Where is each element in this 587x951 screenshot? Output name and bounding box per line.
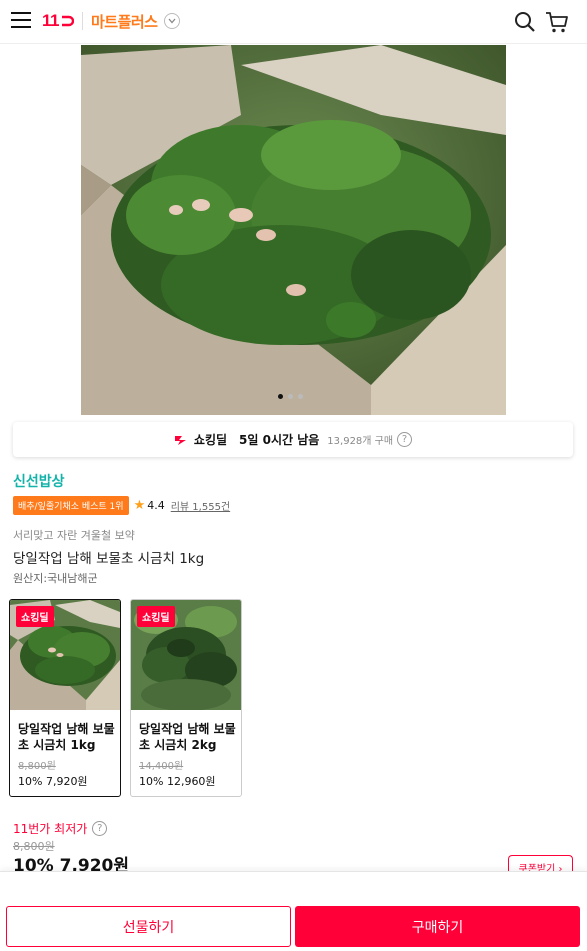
carousel-dots [278,394,303,399]
option-original-price: 14,400원 [139,761,184,772]
option-original-price: 8,800원 [18,761,56,772]
option-card-2kg[interactable]: 쇼킹딜 당일작업 남해 보물초 시금치 2kg 14,400원 10% 12,9… [130,599,242,797]
option-thumbnail: 쇼킹딜 [131,600,241,710]
option-card-1kg[interactable]: 쇼킹딜 당일작업 남해 보물초 시금치 1kg 8,800원 10% 7,920… [9,599,121,797]
logo-arrow-icon [61,15,74,27]
deal-sold-count: 13,928개 구매 [327,436,394,447]
option-name: 당일작업 남해 보물초 시금치 2kg [139,722,236,752]
seller-name[interactable]: 신선밥상 [13,471,65,491]
product-subtitle: 서리맞고 자란 겨울철 보약 [13,529,135,542]
shocking-deal-bar: 쇼킹딜 5일 0시간 남음 13,928개 구매 ? [13,422,573,457]
lowest-price-text: 11번가 최저가 [13,822,88,836]
option-price: 10% 7,920원 [18,775,88,788]
original-price: 8,800원 [13,840,55,853]
option-price: 10% 12,960원 [139,775,216,788]
carousel-dot[interactable] [278,394,283,399]
mart-plus-label[interactable]: 마트플러스 [91,11,158,32]
gift-button[interactable]: 선물하기 [6,906,291,947]
cart-icon[interactable] [545,10,569,34]
option-name: 당일작업 남해 보물초 시금치 1kg [18,722,115,752]
deal-label: 쇼킹딜 [193,433,228,447]
product-title: 당일작업 남해 보물초 시금치 1kg [13,551,205,567]
help-icon[interactable]: ? [397,432,413,447]
logo[interactable]: 11 마트플러스 [42,8,180,34]
star-icon: ★ [133,498,146,513]
menu-icon[interactable] [11,12,31,30]
option-thumbnail: 쇼킹딜 [10,600,120,710]
lowest-price-label: 11번가 최저가 ? [13,820,108,837]
logo-divider [81,12,83,30]
logo-11: 11 [42,11,59,30]
carousel-dot[interactable] [288,394,293,399]
deal-time-left: 5일 0시간 남음 [239,433,320,447]
chevron-down-icon[interactable] [163,13,180,29]
search-icon[interactable] [514,11,536,33]
shocking-deal-icon [174,435,186,445]
product-origin: 원산지:국내남해군 [13,572,98,585]
option-deal-tag: 쇼킹딜 [16,606,54,627]
product-image[interactable] [81,45,506,415]
bottom-action-bar: 선물하기 구매하기 [0,871,587,951]
review-link[interactable]: 리뷰 1,555건 [171,498,230,513]
option-deal-tag: 쇼킹딜 [137,606,175,627]
rating-value: 4.4 [147,499,165,512]
final-price: 10% 7,920원 [13,856,130,871]
coupon-button[interactable]: 쿠폰받기 › [508,855,573,871]
top-header: 11 마트플러스 [0,0,587,44]
badge-row: 배추/잎줄기채소 베스트 1위 ★ 4.4 리뷰 1,555건 [13,496,230,515]
buy-button[interactable]: 구매하기 [295,906,580,947]
help-icon[interactable]: ? [92,821,108,836]
carousel-dot[interactable] [298,394,303,399]
best-badge[interactable]: 배추/잎줄기채소 베스트 1위 [13,496,129,515]
